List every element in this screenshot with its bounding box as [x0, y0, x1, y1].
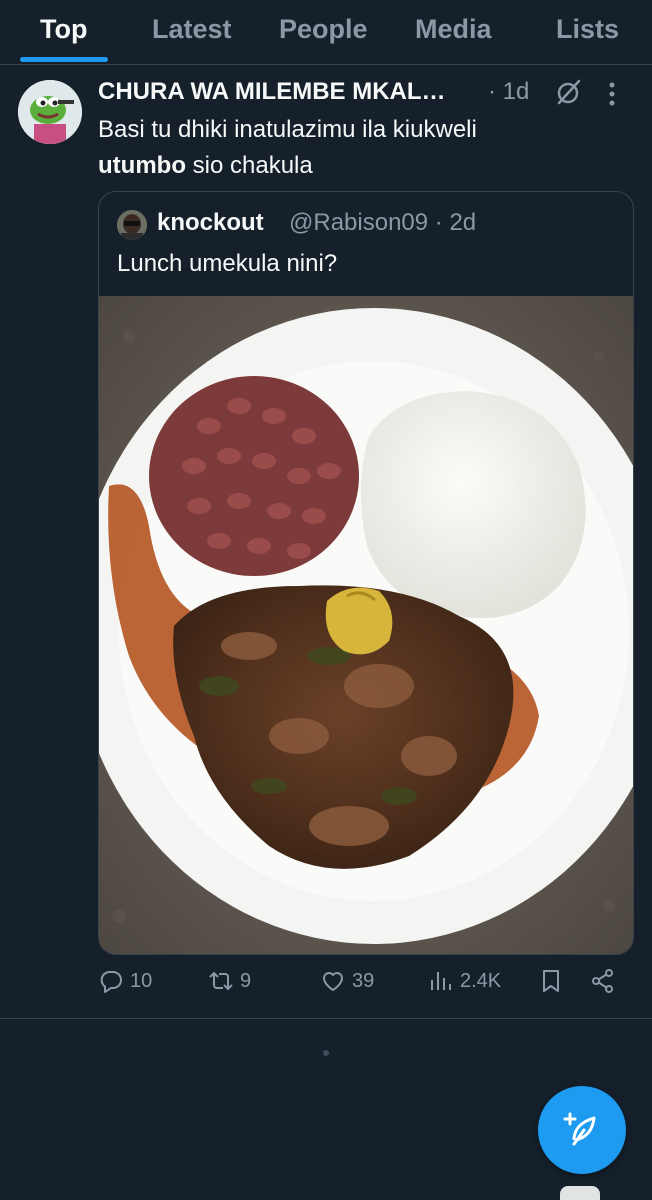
quoted-author-avatar[interactable]	[117, 210, 147, 240]
share-button[interactable]	[590, 968, 616, 994]
views-icon	[431, 972, 451, 990]
author-avatar[interactable]	[18, 80, 82, 144]
reply-count: 10	[130, 969, 153, 992]
author-name[interactable]: CHURA WA MILEMBE MKAL…	[98, 78, 446, 106]
tab-people[interactable]: People	[279, 14, 368, 45]
tweet-timestamp[interactable]: · 1d	[488, 78, 529, 106]
reply-icon	[100, 971, 122, 993]
tab-lists[interactable]: Lists	[556, 14, 619, 45]
bookmark-icon	[543, 970, 559, 992]
feed-divider	[0, 1018, 652, 1019]
active-tab-indicator	[20, 57, 108, 62]
compose-button[interactable]	[538, 1086, 626, 1174]
quoted-tweet[interactable]: knockout @Rabison09 · 2d Lunch umekula n…	[98, 191, 634, 955]
like-count: 39	[352, 969, 375, 992]
like-icon	[323, 972, 343, 991]
views-count: 2.4K	[460, 969, 502, 992]
tweet-actions: 10 9 39 2.4K	[98, 968, 628, 1008]
tab-latest[interactable]: Latest	[152, 14, 232, 45]
tweet-text: Basi tu dhiki inatulazimu ila kiukweli u…	[98, 112, 618, 184]
reply-button[interactable]: 10	[98, 968, 152, 994]
repost-button[interactable]: 9	[208, 968, 251, 994]
tweet-text-line2: utumbo sio chakula	[98, 148, 618, 184]
grok-icon[interactable]	[554, 78, 582, 106]
loading-dot	[323, 1050, 329, 1056]
share-icon	[592, 969, 613, 993]
quoted-author-name[interactable]: knockout	[157, 209, 264, 237]
quoted-tweet-text: Lunch umekula nini?	[117, 250, 338, 277]
bookmark-button[interactable]	[538, 968, 564, 994]
repost-count: 9	[240, 969, 252, 992]
bottom-nav-peek	[560, 1186, 600, 1200]
food-photo[interactable]	[99, 296, 633, 954]
search-tabs: Top Latest People Media Lists	[0, 0, 652, 65]
tab-top[interactable]: Top	[40, 14, 87, 45]
tweet-text-line1: Basi tu dhiki inatulazimu ila kiukweli	[98, 116, 477, 143]
quoted-author-handle[interactable]: @Rabison09 · 2d	[289, 209, 476, 237]
like-button[interactable]: 39	[320, 968, 374, 994]
tweet-text-rest: sio chakula	[185, 152, 313, 179]
views-button[interactable]: 2.4K	[428, 968, 501, 994]
tab-media[interactable]: Media	[415, 14, 492, 45]
repost-icon	[209, 971, 233, 991]
tweet-text-bold: utumbo	[98, 152, 186, 179]
more-icon[interactable]	[608, 82, 616, 106]
compose-icon	[563, 1112, 596, 1146]
